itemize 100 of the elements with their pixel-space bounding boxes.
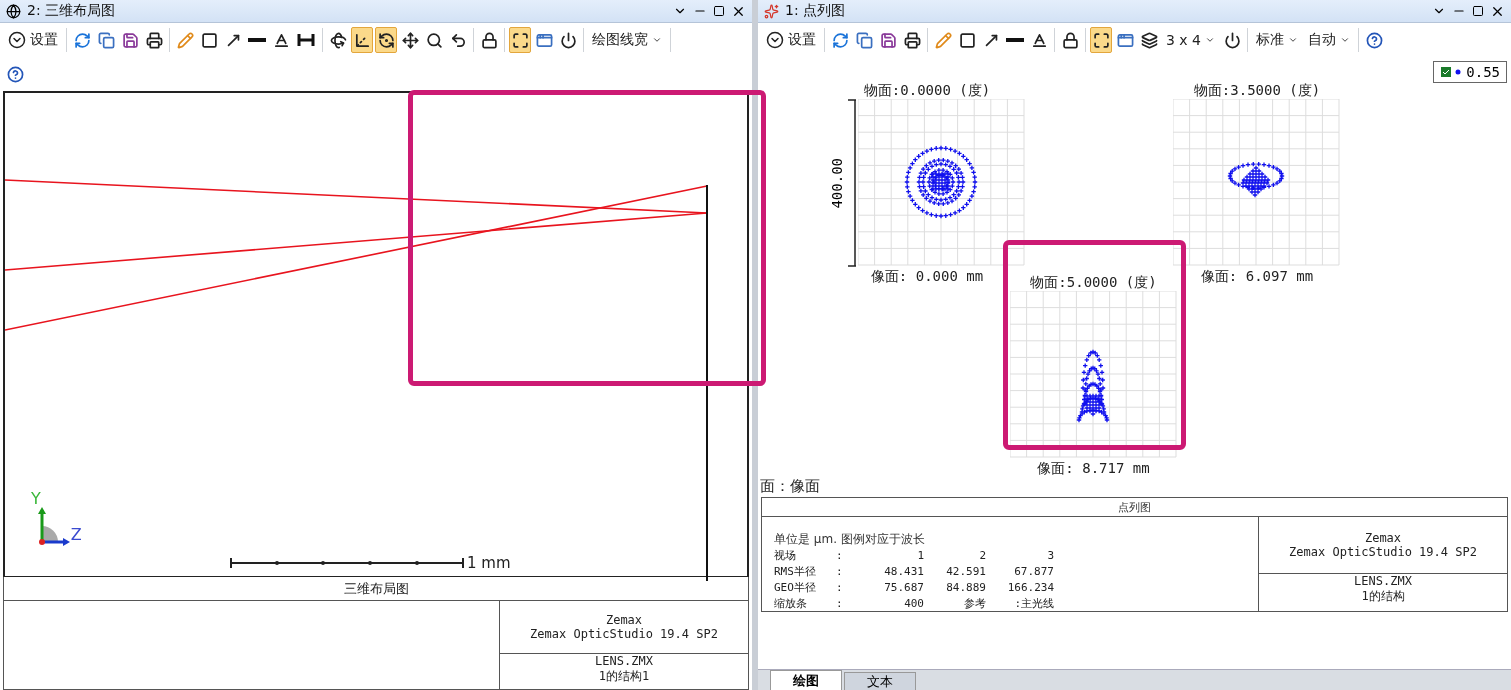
caret-icon (1340, 35, 1350, 45)
object-field-label: 物面:0.0000 (度) (863, 81, 991, 99)
row-label: 视场 (774, 548, 797, 564)
save-icon (121, 31, 139, 49)
image-height-label: 像面: 0.000 mm (870, 267, 984, 285)
scale-label: 1 mm (467, 554, 511, 572)
layers-icon (1140, 31, 1158, 49)
company-text: LENS.ZMX (1354, 573, 1412, 588)
window-title: 1: 点列图 (785, 2, 847, 20)
pencil-icon (176, 31, 194, 49)
save-icon (879, 31, 897, 49)
lock-icon (1061, 31, 1079, 49)
image-height-label: 像面: 6.097 mm (1200, 267, 1314, 285)
fit-icon (511, 31, 529, 49)
pencil-icon (934, 31, 952, 49)
move-icon (401, 31, 419, 49)
dropdown-button[interactable]: 绘图线宽 (588, 27, 666, 53)
row-label: GEO半径 (774, 580, 817, 596)
table-cell-text: : (836, 564, 844, 580)
refresh-icon (831, 31, 849, 49)
table-cell-text: 166.234 (1006, 580, 1054, 596)
window-icon (1116, 31, 1134, 49)
rotate-3d-icon (329, 31, 347, 49)
object-field-label: 物面:3.5000 (度) (1193, 81, 1321, 99)
chevron-down-icon (8, 31, 26, 49)
table-cell-text: 84.889 (945, 580, 986, 596)
power-icon (1223, 31, 1241, 49)
company-text: LENS.ZMX (595, 654, 653, 669)
table-cell-text: : (836, 580, 844, 596)
maximize-icon[interactable] (1472, 5, 1484, 17)
copy-icon (855, 31, 873, 49)
dropdown-button[interactable]: 标准 (1252, 27, 1302, 53)
row-label: 缩放条 (774, 596, 808, 611)
axis-label: Z (70, 525, 82, 544)
tab[interactable]: 文本 (844, 672, 916, 690)
rotate-view-icon (377, 31, 395, 49)
maximize-icon[interactable] (713, 5, 725, 17)
dimension-icon (296, 31, 316, 49)
program-text: 1的结构 (1361, 587, 1405, 605)
table-cell-text: 3 (1046, 548, 1054, 564)
row-label: RMS半径 (774, 564, 817, 580)
caret-icon (1205, 35, 1215, 45)
zoom-icon (425, 31, 443, 49)
company-text: Zemax (1364, 530, 1402, 545)
undo-icon (449, 31, 467, 49)
axes-button[interactable] (351, 27, 373, 53)
help-icon (6, 65, 24, 83)
table-cell-text: 2 (978, 548, 986, 564)
legend-label: 0.55 (1466, 64, 1500, 80)
table-cell-text: : (836, 596, 844, 611)
fit-button[interactable] (509, 27, 531, 53)
scale-label: 400.00 (828, 157, 846, 209)
tab[interactable]: 绘图 (770, 670, 842, 690)
axis-label: Y (31, 489, 41, 508)
table-cell-text: 75.687 (883, 580, 924, 596)
company-text: Zemax (605, 613, 643, 628)
axes-icon (353, 31, 371, 49)
power-icon (559, 31, 577, 49)
globe-icon (6, 3, 21, 19)
settings-button[interactable]: 设置 (4, 27, 62, 53)
dropdown-button[interactable]: 3 x 4 (1162, 27, 1219, 53)
rotate-view-button[interactable] (375, 27, 397, 53)
table-cell-text: :主光线 (1013, 596, 1054, 611)
table-cell-text: 48.431 (883, 564, 924, 580)
print-icon (145, 31, 163, 49)
fit-button[interactable] (1090, 27, 1112, 53)
chevron-down-icon (766, 31, 784, 49)
caret-icon (1288, 35, 1298, 45)
text-tool-icon (1030, 31, 1048, 49)
table-cell-text: 参考 (963, 596, 986, 611)
rectangle-icon (958, 31, 976, 49)
caret-icon (652, 35, 662, 45)
table-cell-text: 1 (916, 548, 924, 564)
table-cell-text: 400 (903, 596, 924, 611)
units-note: 单位是 μm. 图例对应于波长 (774, 531, 926, 548)
program-text: 1的结构1 (598, 668, 650, 686)
refresh-icon (73, 31, 91, 49)
table-heading: 点列图 (762, 498, 1507, 517)
program-text: Zemax OpticStudio 19.4 SP2 (530, 627, 718, 642)
window-title: 2: 三维布局图 (27, 2, 117, 20)
print-icon (903, 31, 921, 49)
dropdown-button[interactable]: 自动 (1304, 27, 1354, 53)
image-height-label: 像面: 8.717 mm (1037, 459, 1150, 475)
text-tool-icon (272, 31, 290, 49)
table-cell-text: : (836, 548, 844, 564)
settings-button[interactable]: 设置 (762, 27, 820, 53)
table-cell-text: 67.877 (1013, 564, 1054, 580)
copy-icon (97, 31, 115, 49)
sparkle-icon (764, 3, 779, 19)
rectangle-icon (200, 31, 218, 49)
window-icon (535, 31, 553, 49)
program-text: Zemax OpticStudio 19.4 SP2 (1289, 544, 1477, 559)
help-icon (1365, 31, 1383, 49)
table-cell-text: 42.591 (945, 564, 986, 580)
object-field-label: 物面:5.0000 (度) (1030, 273, 1157, 291)
legend-marker-icon (1440, 66, 1463, 78)
lock-icon (480, 31, 498, 49)
fit-icon (1092, 31, 1110, 49)
plot-heading: 三维布局图 (3, 577, 749, 601)
surface-label: 面：像面 (759, 476, 821, 497)
